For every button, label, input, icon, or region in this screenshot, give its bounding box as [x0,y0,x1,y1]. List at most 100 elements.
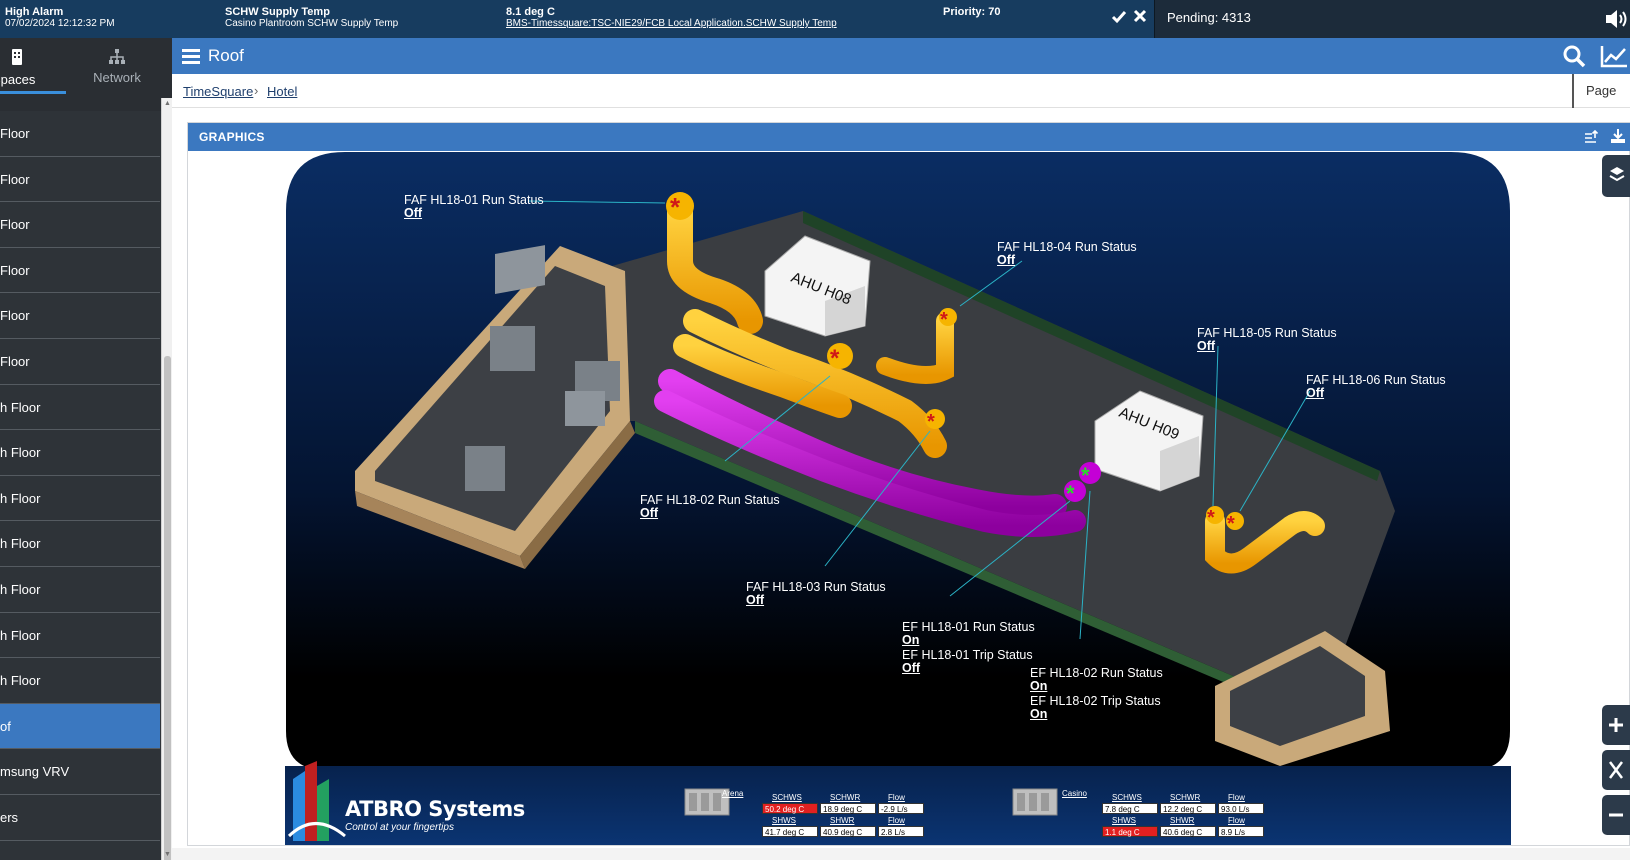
faf-hl18-03-status[interactable]: FAF HL18-03 Run Status Off [746,581,886,607]
point-value[interactable]: Off [1197,340,1337,353]
plant-name[interactable]: Casino [1062,789,1087,798]
svg-text:*: * [940,309,948,331]
scroll-down-icon[interactable]: ▼ [163,850,172,859]
breadcrumb: TimeSquare › Hotel Page [172,74,1630,108]
zoom-out-button[interactable] [1602,795,1630,835]
scroll-up-icon[interactable]: ▲ [163,99,172,108]
sidebar-scrollbar[interactable]: ▲ ▼ [161,98,172,860]
sidebar-item[interactable]: ers [0,794,160,841]
alarm-value-cell: 8.1 deg C BMS-Timessquare:TSC-NIE29/FCB … [506,6,837,30]
pending-counter[interactable]: Pending: 4313 [1154,0,1630,38]
plant-value-cell: 41.7 deg C [762,826,818,837]
sidebar-item[interactable]: h Floor [0,612,160,659]
plant-name[interactable]: Arena [722,789,743,798]
plant-column-header: SHWR [1170,816,1195,825]
sidebar-item[interactable]: h Floor [0,521,160,567]
plant-value-cell: 50.2 deg C [762,803,818,814]
point-value[interactable]: Off [997,254,1137,267]
graphics-panel-header: GRAPHICS [188,123,1630,151]
ef-hl18-02-run-status[interactable]: EF HL18-02 Run Status On [1030,667,1163,693]
point-value[interactable]: On [902,634,1035,647]
tab-spaces[interactable]: Spaces [0,38,66,111]
brand-tagline: Control at your fingertips [345,822,454,833]
sidebar-item[interactable]: of [0,703,160,750]
ef-hl18-01-run-status[interactable]: EF HL18-01 Run Status On [902,621,1035,647]
sidebar-item[interactable]: Floor [0,338,160,385]
page-selector[interactable]: Page [1572,74,1616,108]
horizontal-scrollbar[interactable] [172,848,1630,860]
point-value[interactable]: On [1030,680,1163,693]
plant-value-cell: 93.0 L/s [1218,803,1264,814]
faf-hl18-04-status[interactable]: FAF HL18-04 Run Status Off [997,241,1137,267]
alarm-priority: Priority: 70 [943,6,1001,18]
zoom-in-button[interactable] [1602,705,1630,745]
scrollbar-thumb[interactable] [164,356,171,860]
point-value[interactable]: Off [746,594,886,607]
ef-hl18-01-trip-status[interactable]: EF HL18-01 Trip Status Off [902,649,1033,675]
tab-network-label: Network [93,70,141,85]
tab-network[interactable]: Network [82,38,152,111]
graphics-panel: GRAPHICS AHU H08 AHU H09 * * * * * * * * [187,122,1630,846]
sidebar-item[interactable]: h Floor [0,658,160,704]
svg-text:*: * [830,345,840,372]
alarm-severity-cell: High Alarm 07/02/2024 12:12:32 PM [5,6,115,30]
point-value[interactable]: Off [404,207,544,220]
plant-value-cell: 2.8 L/s [878,826,924,837]
acknowledge-check-icon[interactable] [1111,9,1127,25]
plant-column-header: Flow [1228,816,1245,825]
sidebar-item[interactable]: h Floor [0,384,160,431]
faf-hl18-01-status[interactable]: FAF HL18-01 Run Status Off [404,194,544,220]
point-value[interactable]: On [1030,708,1161,721]
breadcrumb-item-hotel[interactable]: Hotel [267,84,297,99]
ef-hl18-02-trip-status[interactable]: EF HL18-02 Trip Status On [1030,695,1161,721]
roof-graphic[interactable]: AHU H08 AHU H09 * * * * * * * * [285,151,1511,845]
sidebar-item[interactable]: Floor [0,111,160,157]
faf-hl18-02-status[interactable]: FAF HL18-02 Run Status Off [640,494,780,520]
svg-text:*: * [1081,463,1090,488]
sidebar-item[interactable]: h Floor [0,430,160,476]
sidebar-item[interactable]: Floor [0,247,160,294]
alarm-path-link[interactable]: BMS-Timessquare:TSC-NIE29/FCB Local Appl… [506,18,837,30]
alarm-bar[interactable]: High Alarm 07/02/2024 12:12:32 PM SCHW S… [0,0,1630,38]
plant-column-header: SCHWS [1112,793,1142,802]
plant-value-cell: 12.2 deg C [1160,803,1216,814]
sidebar-item[interactable]: msung VRV [0,749,160,795]
sidebar-item[interactable]: Floor [0,293,160,339]
point-value[interactable]: Off [640,507,780,520]
breadcrumb-separator: › [254,83,259,98]
search-icon[interactable] [1562,44,1586,68]
alarm-point-description: Casino Plantroom SCHW Supply Temp [225,18,399,29]
fit-to-screen-button[interactable] [1602,750,1630,790]
point-label: FAF HL18-01 Run Status [404,193,544,207]
app-window: High Alarm 07/02/2024 12:12:32 PM SCHW S… [0,0,1630,860]
plant-column-header: Flow [888,816,905,825]
layer-toggle-button[interactable] [1602,155,1630,197]
faf-hl18-06-status[interactable]: FAF HL18-06 Run Status Off [1306,374,1446,400]
point-label: FAF HL18-06 Run Status [1306,373,1446,387]
point-value[interactable]: Off [1306,387,1446,400]
download-icon[interactable] [1610,128,1626,144]
export-list-icon[interactable] [1584,129,1600,145]
dismiss-close-icon[interactable] [1133,9,1147,23]
plant-column-header: Flow [888,793,905,802]
layers-icon [1609,167,1625,182]
alarm-datetime: 07/02/2024 12:12:32 PM [5,18,115,29]
point-label: EF HL18-01 Run Status [902,620,1035,634]
sidebar-item[interactable]: h Floor [0,475,160,522]
speaker-icon[interactable] [1604,8,1628,30]
sidebar-item[interactable]: Floor [0,156,160,203]
minus-icon [1609,813,1623,817]
hamburger-menu-icon[interactable] [182,47,200,65]
faf-hl18-05-status[interactable]: FAF HL18-05 Run Status Off [1197,327,1337,353]
breadcrumb-item-timesquare[interactable]: TimeSquare [183,84,253,99]
network-icon [109,49,125,64]
trend-chart-icon[interactable] [1600,44,1628,68]
svg-text:*: * [1207,507,1215,529]
alarm-point-name: SCHW Supply Temp [225,6,330,18]
point-value[interactable]: Off [902,662,1033,675]
sidebar-item[interactable]: Floor [0,202,160,248]
sidebar-item[interactable]: h Floor [0,566,160,613]
plant-column-header: SCHWR [830,793,861,802]
plant-value-cell: 8.9 L/s [1218,826,1264,837]
graphics-panel-title: GRAPHICS [199,130,265,144]
